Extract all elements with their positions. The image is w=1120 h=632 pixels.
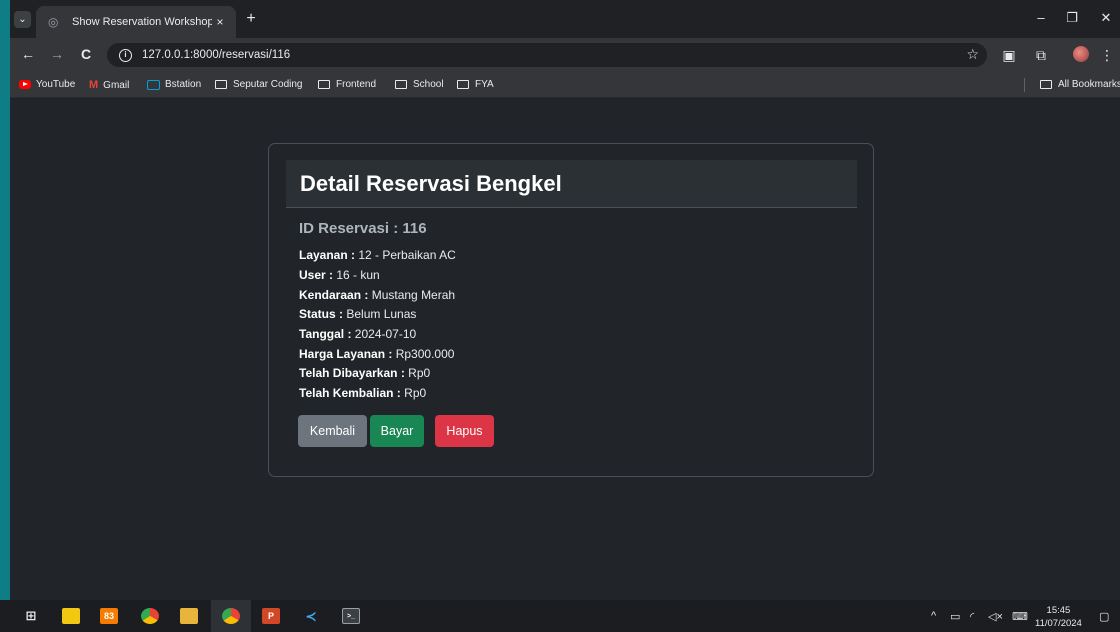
- battery-icon[interactable]: ▭: [950, 610, 960, 623]
- reload-icon[interactable]: C: [76, 46, 96, 62]
- globe-icon: ◎: [48, 15, 59, 29]
- powerpoint-icon[interactable]: P: [262, 608, 280, 624]
- detail-tanggal: Tanggal : 2024-07-10: [299, 327, 417, 341]
- folder-icon: [318, 80, 330, 89]
- tab-close-icon[interactable]: ×: [212, 15, 228, 29]
- bookmarks-separator: [1024, 78, 1025, 92]
- page-content: Detail Reservasi Bengkel ID Reservasi : …: [10, 99, 1120, 600]
- tab-search-icon[interactable]: ⌄: [14, 11, 31, 28]
- tab-show-reservation[interactable]: ◎ Show Reservation Workshop ×: [36, 6, 236, 38]
- browser-window: ⌄ ◎ Show Reservation Workshop × + – ❐ ✕ …: [10, 0, 1120, 600]
- system-clock[interactable]: 15:45 11/07/2024: [1035, 604, 1082, 630]
- lens-icon[interactable]: ▣: [1000, 47, 1018, 64]
- close-window-icon[interactable]: ✕: [1096, 10, 1116, 26]
- youtube-icon: [19, 80, 31, 89]
- forward-icon[interactable]: →: [47, 46, 67, 62]
- pay-button[interactable]: Bayar: [370, 415, 424, 447]
- page-title: Detail Reservasi Bengkel: [300, 171, 562, 196]
- detail-status: Status : Belum Lunas: [299, 307, 417, 321]
- folder-icon: [395, 80, 407, 89]
- clock-time: 15:45: [1046, 605, 1071, 616]
- bookmarks-bar: YouTube M Gmail Bstation Seputar Coding …: [10, 72, 1120, 98]
- detail-layanan: Layanan : 12 - Perbaikan AC: [299, 248, 456, 262]
- file-explorer-icon[interactable]: [180, 608, 198, 624]
- volume-icon[interactable]: ◁×: [988, 610, 1003, 623]
- detail-telah-dibayarkan: Telah Dibayarkan : Rp0: [299, 366, 431, 380]
- folder-icon: [457, 80, 469, 89]
- extensions-icon[interactable]: ⧉: [1032, 47, 1050, 64]
- reservation-id: ID Reservasi : 116: [299, 220, 427, 237]
- address-bar[interactable]: i 127.0.0.1:8000/reservasi/116 ☆: [107, 43, 987, 67]
- sticky-notes-icon[interactable]: [62, 608, 80, 624]
- bookmark-fya[interactable]: FYA: [457, 79, 494, 90]
- tray-chevron-icon[interactable]: ^: [931, 610, 936, 622]
- windows-start-icon[interactable]: ⊞: [22, 608, 40, 624]
- new-tab-icon[interactable]: +: [242, 10, 260, 28]
- card-header: Detail Reservasi Bengkel: [286, 160, 857, 208]
- detail-kendaraan: Kendaraan : Mustang Merah: [299, 288, 456, 302]
- restore-icon[interactable]: ❐: [1062, 10, 1082, 26]
- back-button[interactable]: Kembali: [298, 415, 367, 447]
- menu-icon[interactable]: ⋮: [1098, 47, 1116, 64]
- all-bookmarks[interactable]: All Bookmarks: [1040, 79, 1120, 90]
- detail-telah-kembalian: Telah Kembalian : Rp0: [299, 386, 427, 400]
- notification-icon[interactable]: ▢: [1099, 610, 1109, 623]
- back-icon[interactable]: ←: [18, 46, 38, 62]
- profile-avatar[interactable]: [1073, 46, 1089, 62]
- vscode-icon[interactable]: ≺: [302, 608, 320, 624]
- bookmark-frontend[interactable]: Frontend: [318, 79, 376, 90]
- tab-strip: ⌄ ◎ Show Reservation Workshop × + – ❐ ✕: [10, 0, 1120, 38]
- keyboard-icon[interactable]: ⌨: [1012, 610, 1028, 623]
- bookmark-school[interactable]: School: [395, 79, 444, 90]
- bookmark-bstation[interactable]: Bstation: [147, 79, 201, 90]
- windows-taskbar: ⊞ 83 P ≺ >_ ^ ▭ ◜ ◁× ⌨ 15:45 11/07/2024 …: [0, 600, 1120, 632]
- detail-user: User : 16 - kun: [299, 268, 380, 282]
- bstation-icon: [147, 79, 160, 90]
- site-info-icon[interactable]: i: [119, 48, 132, 62]
- chrome-icon[interactable]: [141, 608, 159, 624]
- url-text: 127.0.0.1:8000/reservasi/116: [142, 49, 291, 61]
- bookmark-youtube[interactable]: YouTube: [19, 79, 75, 90]
- wifi-icon[interactable]: ◜: [970, 610, 974, 623]
- bookmark-star-icon[interactable]: ☆: [966, 46, 979, 63]
- folder-icon: [215, 80, 227, 89]
- gmail-icon: M: [89, 79, 99, 91]
- xampp-icon[interactable]: 83: [100, 608, 118, 624]
- detail-harga-layanan: Harga Layanan : Rp300.000: [299, 347, 455, 361]
- chrome-active-icon[interactable]: [222, 608, 240, 624]
- bookmark-seputar-coding[interactable]: Seputar Coding: [215, 79, 303, 90]
- minimize-icon[interactable]: –: [1031, 10, 1051, 25]
- terminal-icon[interactable]: >_: [342, 608, 360, 624]
- clock-date: 11/07/2024: [1035, 618, 1082, 629]
- bookmark-gmail[interactable]: M Gmail: [89, 79, 129, 91]
- tab-title: Show Reservation Workshop: [72, 16, 212, 28]
- folder-icon: [1040, 80, 1052, 89]
- delete-button[interactable]: Hapus: [435, 415, 494, 447]
- reservation-card: Detail Reservasi Bengkel ID Reservasi : …: [268, 143, 874, 477]
- browser-toolbar: ← → C i 127.0.0.1:8000/reservasi/116 ☆ ▣…: [10, 38, 1120, 72]
